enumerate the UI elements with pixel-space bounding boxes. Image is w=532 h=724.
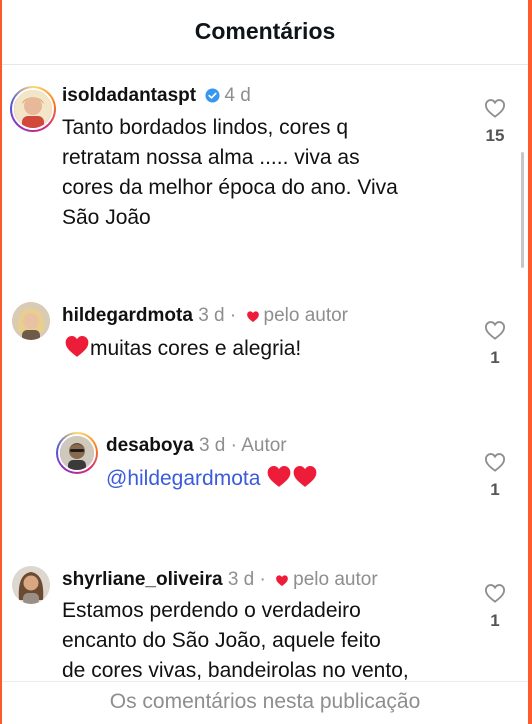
page-title: Comentários	[194, 18, 336, 44]
username[interactable]: shyrliane_oliveira	[62, 569, 223, 590]
red-heart-emoji-icon	[293, 466, 317, 487]
author-label: Autor	[241, 435, 287, 456]
like-button[interactable]: 1	[480, 583, 510, 631]
scrollbar[interactable]	[521, 152, 524, 268]
heart-outline-icon	[484, 453, 506, 472]
comment-time: 4 d	[224, 85, 251, 106]
like-button[interactable]: 1	[480, 452, 510, 500]
like-count: 1	[490, 348, 500, 367]
comments-footer: Os comentários nesta publicação	[2, 681, 528, 724]
comment-time: 3 d	[198, 305, 225, 326]
avatar-image	[12, 302, 50, 340]
username[interactable]: isoldadantaspt	[62, 85, 196, 106]
comments-sheet: Comentários isoldadantaspt 4 d Tanto bor…	[2, 0, 528, 724]
heart-outline-icon	[484, 321, 506, 340]
comments-header: Comentários	[2, 0, 528, 65]
comment-text: muitas cores e alegria!	[64, 334, 464, 364]
heart-outline-icon	[484, 99, 506, 118]
footer-text: Os comentários nesta publicação	[109, 690, 421, 713]
liked-by-author-label: pelo autor	[263, 305, 349, 326]
red-heart-emoji-icon	[65, 336, 89, 357]
avatar-image	[60, 436, 94, 470]
avatar-image	[14, 90, 52, 128]
heart-outline-icon	[484, 584, 506, 603]
like-button[interactable]: 15	[480, 98, 510, 146]
avatar[interactable]	[12, 302, 50, 340]
avatar[interactable]	[56, 432, 98, 474]
separator: ·	[229, 305, 237, 326]
avatar[interactable]	[12, 566, 50, 604]
comment-text: Tanto bordados lindos, cores q retratam …	[62, 116, 398, 229]
comment-meta: shyrliane_oliveira 3 d · pelo autor	[62, 568, 378, 592]
like-count: 15	[485, 126, 505, 145]
liked-by-author-label: pelo autor	[293, 569, 378, 590]
comment-text: @hildegardmota	[106, 464, 466, 494]
like-button[interactable]: 1	[480, 320, 510, 368]
avatar-image	[12, 566, 50, 604]
comment-text: Estamos perdendo o verdadeiro encanto do…	[62, 599, 409, 682]
heart-filled-icon	[276, 575, 288, 587]
username[interactable]: hildegardmota	[62, 305, 193, 326]
username[interactable]: desaboya	[106, 435, 194, 456]
comment-time: 3 d	[198, 435, 226, 456]
like-count: 1	[490, 480, 500, 499]
separator: ·	[230, 435, 237, 456]
red-heart-emoji-icon	[267, 466, 291, 487]
separator: ·	[259, 569, 266, 590]
like-count: 1	[490, 611, 500, 630]
comment-meta: isoldadantaspt 4 d	[62, 84, 251, 108]
comment-meta: hildegardmota 3 d · pelo autor	[62, 304, 348, 328]
verified-badge-icon	[205, 88, 220, 103]
comment-meta: desaboya 3 d · Autor	[106, 434, 287, 458]
heart-filled-icon	[246, 311, 259, 323]
avatar[interactable]	[10, 86, 56, 132]
mention-link[interactable]: @hildegardmota	[106, 467, 260, 490]
comment-time: 3 d	[227, 569, 255, 590]
